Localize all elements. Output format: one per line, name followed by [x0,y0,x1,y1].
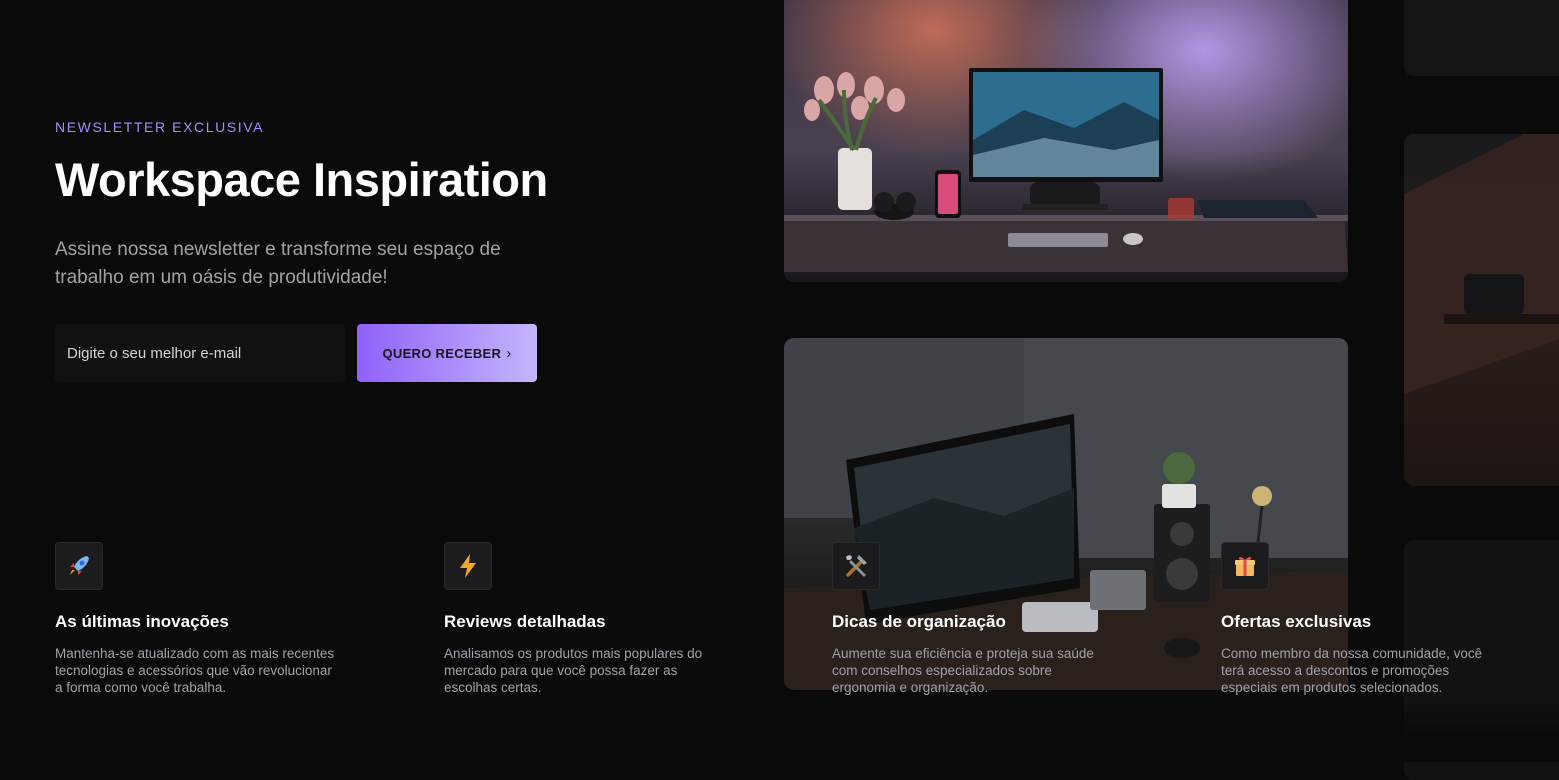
email-input[interactable] [55,324,345,382]
feature-description-innovations: Mantenha-se atualizado com as mais recen… [55,646,335,695]
feature-description-reviews: Analisamos os produtos mais populares do… [444,646,703,695]
tools-icon [832,542,880,590]
gift-icon [1221,542,1269,590]
bottom-fade [0,700,1559,762]
rocket-icon-graphic [70,556,89,575]
feature-title-organization: Dicas de organização [832,612,1006,631]
gift-icon-graphic [1235,556,1255,576]
workspace-photo-side-room [1404,134,1559,486]
subscribe-button[interactable]: QUERO RECEBER › [357,324,537,382]
subscribe-button-label: QUERO RECEBER [382,345,502,361]
workspace-photo-desk-monitor-illustration [784,68,1348,272]
feature-description-organization: Aumente sua eficiência e proteja sua saú… [832,646,1094,695]
eyebrow-label: NEWSLETTER EXCLUSIVA [55,119,265,135]
tools-icon-graphic [846,555,867,577]
lightning-icon-graphic [460,554,476,578]
page-title: Workspace Inspiration [55,153,548,206]
feature-title-offers: Ofertas exclusivas [1221,612,1372,631]
rocket-icon [55,542,103,590]
workspace-photo-top-right [1404,0,1559,76]
workspace-photo-side-room-illustration [1404,134,1559,394]
lightning-icon [444,542,492,590]
chevron-right-icon: › [506,344,512,362]
feature-title-innovations: As últimas inovações [55,612,229,631]
workspace-photo-dark-desk-illustration [784,338,1348,690]
workspace-photo-dark-desk [784,338,1348,690]
hero-subtitle: Assine nossa newsletter e transforme seu… [55,239,501,288]
feature-description-offers: Como membro da nossa comunidade, você te… [1221,646,1483,695]
workspace-photo-desk-monitor [784,0,1348,282]
feature-title-reviews: Reviews detalhadas [444,612,606,631]
